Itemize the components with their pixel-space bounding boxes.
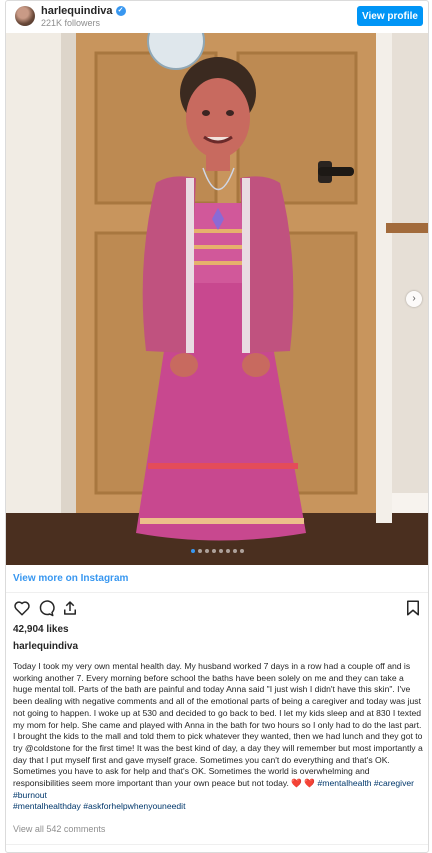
username[interactable]: harlequindiva [41,5,113,17]
caption-body: Today I took my very own mental health d… [13,661,423,789]
verified-badge-icon: ✓ [115,6,126,16]
carousel-dot[interactable] [211,549,216,553]
post-header: harlequindiva ✓ 221K followers View prof… [6,1,428,33]
view-comments-link[interactable]: View all 542 comments [13,824,105,834]
carousel-dot[interactable] [204,549,209,553]
post-photo[interactable]: › [6,33,428,565]
username-row: harlequindiva ✓ [41,5,126,17]
photo-image [6,33,428,565]
avatar[interactable] [15,6,35,26]
action-bar [6,597,428,619]
chevron-right-icon[interactable]: › [406,291,422,307]
carousel-dot[interactable] [232,549,237,553]
carousel-dot[interactable] [197,549,202,553]
bookmark-icon[interactable] [404,599,422,617]
view-more-link[interactable]: View more on Instagram [6,565,428,593]
hashtags-line2[interactable]: #mentalhealthday #askforhelpwhenyouneedi… [13,801,185,811]
view-profile-button[interactable]: View profile [357,6,423,26]
heart-icon[interactable] [13,599,31,617]
instagram-embed-card: harlequindiva ✓ 221K followers View prof… [5,0,429,853]
comment-icon[interactable] [37,599,55,617]
follower-count: 221K followers [41,18,101,28]
heart-emoji: ❤️ ❤️ [291,778,316,789]
divider [6,844,428,845]
caption-text: Today I took my very own mental health d… [13,661,423,813]
share-icon[interactable] [61,599,79,617]
like-count[interactable]: 42,904 likes [13,624,69,635]
carousel-dot[interactable] [225,549,230,553]
carousel-dot[interactable] [218,549,223,553]
carousel-dots [6,549,428,553]
caption-username[interactable]: harlequindiva [13,641,78,652]
carousel-dot[interactable] [239,549,244,553]
carousel-dot[interactable] [190,549,195,553]
